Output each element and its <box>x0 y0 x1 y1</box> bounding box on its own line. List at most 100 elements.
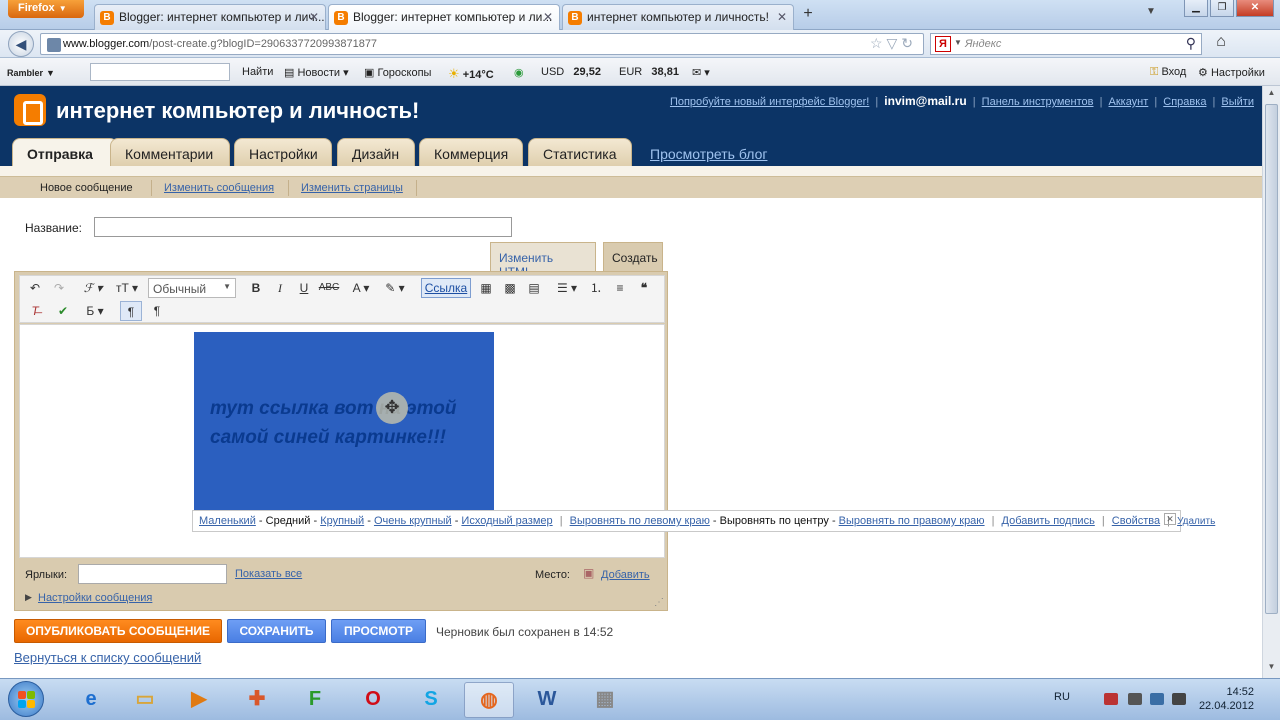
post-title-input[interactable] <box>94 217 512 237</box>
tab-settings[interactable]: Настройки <box>234 138 332 166</box>
app-grid-icon[interactable]: ▦ <box>580 682 630 718</box>
blogger-logo-icon[interactable] <box>14 94 46 126</box>
close-tab-icon[interactable]: ✕ <box>309 10 319 24</box>
align-icon[interactable]: ☰ ▾ <box>552 278 582 298</box>
text-color-icon[interactable]: A ▾ <box>346 278 376 298</box>
size-original-link[interactable]: Исходный размер <box>461 515 552 527</box>
file-explorer-icon[interactable]: ▭ <box>120 682 170 718</box>
chevron-down-icon[interactable]: ▼ <box>954 38 962 47</box>
bullet-list-icon[interactable]: ≡ <box>610 278 630 298</box>
tab-stats[interactable]: Статистика <box>528 138 632 166</box>
scroll-up-icon[interactable]: ▲ <box>1265 88 1278 102</box>
undo-icon[interactable]: ↶ <box>24 278 46 298</box>
rambler-find-button[interactable]: Найти <box>242 66 273 78</box>
publish-button[interactable]: ОПУБЛИКОВАТЬ СООБЩЕНИЕ <box>14 619 222 643</box>
resize-grip-icon[interactable]: ⋰ <box>654 597 664 608</box>
close-tab-icon[interactable]: ✕ <box>777 10 787 24</box>
rambler-horoscopes-button[interactable]: ▣ Гороскопы <box>364 66 431 79</box>
bookmark-star-icon[interactable]: ☆▽↻ <box>870 35 917 52</box>
list-all-tabs-icon[interactable]: ▼ <box>1146 6 1156 17</box>
back-arrow-icon[interactable]: ◀ <box>8 31 34 57</box>
size-xlarge-link[interactable]: Очень крупный <box>374 515 452 527</box>
redo-icon[interactable]: ↷ <box>48 278 70 298</box>
tab-monetize[interactable]: Коммерция <box>419 138 523 166</box>
bold-icon[interactable]: B <box>246 278 266 298</box>
jump-break-icon[interactable]: ▤ <box>524 278 544 298</box>
account-link[interactable]: Аккаунт <box>1108 96 1148 108</box>
usd-rate[interactable]: USD 29,52 <box>541 66 601 78</box>
insert-video-icon[interactable]: ▩ <box>500 278 520 298</box>
monitor-icon[interactable] <box>1150 693 1164 705</box>
rambler-logo[interactable]: Rambler ▼ <box>4 63 55 79</box>
view-blog-link[interactable]: Просмотреть блог <box>650 146 767 162</box>
search-bar[interactable]: Я ▼ Яндекс ⚲ <box>930 33 1202 55</box>
image-properties-link[interactable]: Свойства <box>1112 515 1160 527</box>
dashboard-link[interactable]: Панель инструментов <box>982 96 1094 108</box>
triangle-right-icon[interactable]: ▶ <box>25 592 32 603</box>
volume-icon[interactable] <box>1172 693 1186 705</box>
system-clock[interactable]: 14:52 22.04.2012 <box>1196 685 1254 713</box>
size-small-link[interactable]: Маленький <box>199 515 256 527</box>
underline-icon[interactable]: U <box>294 278 314 298</box>
search-icon[interactable]: ⚲ <box>1186 35 1196 52</box>
usb-icon[interactable] <box>1128 693 1142 705</box>
opera-icon[interactable]: O <box>348 682 398 718</box>
new-tab-button[interactable]: + <box>796 5 820 27</box>
paragraph-format-select[interactable]: Обычный ▼ <box>148 278 236 298</box>
align-left-link[interactable]: Выровнять по левому краю <box>570 515 710 527</box>
insert-image-icon[interactable]: ▦ <box>476 278 496 298</box>
back-to-posts-link[interactable]: Вернуться к списку сообщений <box>14 650 201 665</box>
rambler-login-button[interactable]: ⚿ Вход <box>1150 66 1186 79</box>
strikethrough-icon[interactable]: ABC <box>318 278 340 298</box>
subtab-edit-posts[interactable]: Изменить сообщения <box>164 182 274 194</box>
firefox-icon[interactable]: ◍ <box>464 682 514 718</box>
font-size-icon[interactable]: тT ▾ <box>112 278 142 298</box>
mail-icon[interactable]: ✉ ▾ <box>692 66 710 79</box>
eur-rate[interactable]: EUR 38,81 <box>619 66 679 78</box>
scroll-down-icon[interactable]: ▼ <box>1265 662 1278 676</box>
address-bar[interactable]: www.blogger.com/post-create.g?blogID=290… <box>40 33 924 55</box>
subtab-edit-pages[interactable]: Изменить страницы <box>301 182 403 194</box>
logout-link[interactable]: Выйти <box>1221 96 1254 108</box>
maximize-icon[interactable]: ❐ <box>1210 0 1234 17</box>
show-all-labels-link[interactable]: Показать все <box>235 568 302 580</box>
blockquote-icon[interactable]: ❝ <box>634 278 654 298</box>
try-new-interface-link[interactable]: Попробуйте новый интерфейс Blogger! <box>670 96 869 108</box>
start-button-icon[interactable] <box>8 681 44 717</box>
add-location-link[interactable]: Добавить <box>601 569 650 581</box>
site-identity-icon[interactable] <box>47 38 61 52</box>
ltr-direction-icon[interactable]: ¶ <box>120 301 142 321</box>
subtab-new-post[interactable]: Новое сообщение <box>40 182 133 194</box>
browser-tab-3[interactable]: B интернет компьютер и личность! ✕ <box>562 4 794 30</box>
internet-explorer-icon[interactable]: e <box>66 682 116 718</box>
spellcheck-icon[interactable]: ✔ <box>52 301 74 321</box>
tab-edit-html[interactable]: Изменить HTML <box>490 242 596 279</box>
numbered-list-icon[interactable]: ⒈ <box>586 278 606 298</box>
weather-widget[interactable]: ☀ +14°C <box>448 66 494 82</box>
font-family-icon[interactable]: ℱ ▾ <box>78 278 108 298</box>
firefox-menu-button[interactable]: Firefox ▼ <box>8 0 84 18</box>
close-icon[interactable]: ✕ <box>1164 513 1176 525</box>
size-large-link[interactable]: Крупный <box>320 515 364 527</box>
home-icon[interactable]: ⌂ <box>1208 33 1234 55</box>
word-icon[interactable]: W <box>522 682 572 718</box>
highlight-color-icon[interactable]: ✎ ▾ <box>380 278 410 298</box>
remove-image-link[interactable]: Удалить <box>1177 516 1215 527</box>
align-right-link[interactable]: Выровнять по правому краю <box>839 515 985 527</box>
close-window-icon[interactable]: ✕ <box>1236 0 1274 17</box>
browser-tab-1[interactable]: B Blogger: интернет компьютер и лич... ✕ <box>94 4 326 30</box>
link-button[interactable]: Ссылка <box>421 278 471 298</box>
rtl-direction-icon[interactable]: ¶ <box>146 301 168 321</box>
scrollbar-thumb[interactable] <box>1265 104 1278 614</box>
help-link[interactable]: Справка <box>1163 96 1206 108</box>
post-options-link[interactable]: Настройки сообщения <box>38 592 152 604</box>
tab-comments[interactable]: Комментарии <box>110 138 230 166</box>
save-button[interactable]: СОХРАНИТЬ <box>227 619 326 643</box>
fastver-icon[interactable]: F <box>290 682 340 718</box>
language-indicator[interactable]: RU <box>1054 691 1070 703</box>
rambler-news-button[interactable]: ▤ Новости ▾ <box>284 66 349 79</box>
close-tab-icon[interactable]: ✕ <box>543 10 553 24</box>
rambler-search-input[interactable] <box>90 63 230 81</box>
skype-icon[interactable]: S <box>406 682 456 718</box>
page-scrollbar[interactable]: ▲ ▼ <box>1262 86 1280 678</box>
